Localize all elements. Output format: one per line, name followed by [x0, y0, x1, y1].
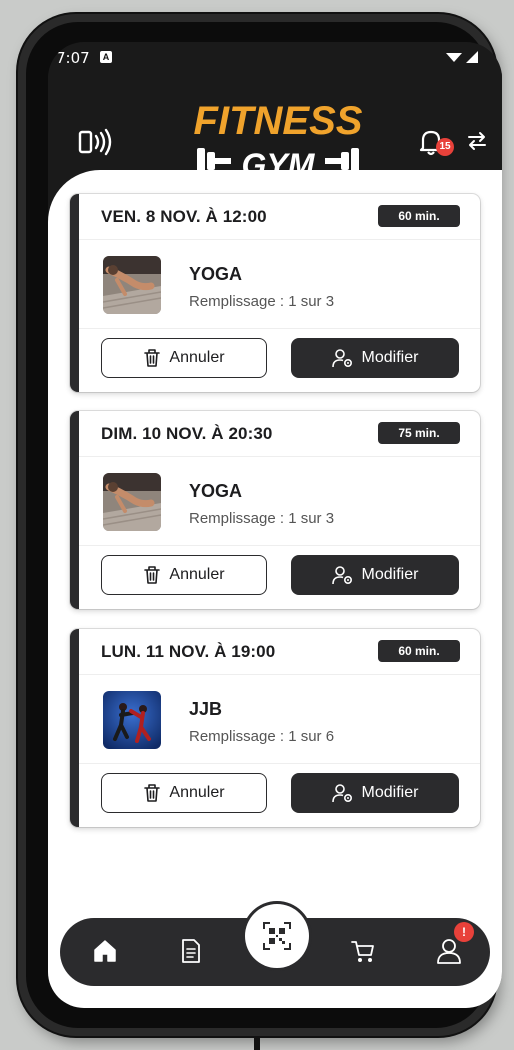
card-divider — [79, 328, 480, 329]
jjb-thumbnail — [103, 691, 161, 749]
activity-name: YOGA — [189, 264, 243, 284]
cancel-button[interactable]: Annuler — [101, 555, 267, 595]
duration-badge: 75 min. — [378, 422, 460, 444]
booking-date: LUN. 11 NOV. À 19:00 — [101, 642, 276, 661]
trash-icon — [144, 784, 161, 802]
cart-icon — [351, 941, 374, 962]
qr-code-button[interactable] — [245, 904, 309, 968]
modify-button[interactable]: Modifier — [291, 338, 459, 378]
user-settings-icon — [331, 566, 352, 585]
home-indicator[interactable] — [210, 990, 340, 994]
bookings-list: VEN. 8 NOV. À 12:00 60 min. YOGA Remplis… — [48, 170, 502, 1008]
nfc-icon[interactable] — [78, 128, 114, 161]
card-divider — [79, 763, 480, 764]
signal-battery-icon — [444, 50, 482, 68]
status-notification-icon: A — [100, 51, 112, 63]
modify-label: Modifier — [361, 349, 419, 366]
modify-label: Modifier — [361, 784, 419, 801]
booking-card: VEN. 8 NOV. À 12:00 60 min. YOGA Remplis… — [70, 194, 480, 392]
cancel-label: Annuler — [169, 566, 225, 583]
booking-card: LUN. 11 NOV. À 19:00 60 min. JJB Remplis… — [70, 629, 480, 827]
trash-icon — [144, 349, 161, 367]
card-divider — [79, 545, 480, 546]
notification-count-badge: 15 — [436, 138, 454, 156]
profile-alert-badge: ! — [454, 922, 474, 942]
screen: 7:07 A FITNESS GYM 15 VEN. 8 NOV. À 12:0… — [48, 42, 502, 1008]
home-icon — [94, 940, 116, 962]
trash-icon — [144, 566, 161, 584]
booking-date: DIM. 10 NOV. À 20:30 — [101, 424, 273, 443]
yoga-thumbnail — [103, 473, 161, 531]
swap-icon[interactable] — [466, 130, 488, 157]
filling-status: Remplissage : 1 sur 3 — [189, 510, 335, 527]
filling-status: Remplissage : 1 sur 3 — [189, 293, 335, 310]
cancel-button[interactable]: Annuler — [101, 338, 267, 378]
user-settings-icon — [331, 349, 352, 368]
profile-icon — [437, 939, 461, 964]
yoga-thumbnail — [103, 256, 161, 314]
nav-home[interactable] — [90, 936, 120, 966]
card-header: VEN. 8 NOV. À 12:00 60 min. — [79, 194, 480, 240]
filling-status: Remplissage : 1 sur 6 — [189, 728, 335, 745]
activity-name: YOGA — [189, 481, 243, 501]
modify-label: Modifier — [361, 566, 419, 583]
cancel-label: Annuler — [169, 349, 225, 366]
phone-cable — [254, 1036, 260, 1050]
cancel-label: Annuler — [169, 784, 225, 801]
nav-documents[interactable] — [176, 936, 206, 966]
cancel-button[interactable]: Annuler — [101, 773, 267, 813]
logo-top-text: FITNESS — [194, 99, 363, 143]
qr-code-icon — [263, 922, 291, 950]
activity-name: JJB — [189, 699, 223, 719]
modify-button[interactable]: Modifier — [291, 555, 459, 595]
status-bar: 7:07 A — [48, 42, 502, 74]
duration-badge: 60 min. — [378, 205, 460, 227]
booking-card: DIM. 10 NOV. À 20:30 75 min. YOGA Rempli… — [70, 411, 480, 609]
duration-badge: 60 min. — [378, 640, 460, 662]
nav-cart[interactable] — [348, 936, 378, 966]
user-settings-icon — [331, 784, 352, 803]
status-time: 7:07 — [56, 49, 90, 67]
card-header: DIM. 10 NOV. À 20:30 75 min. — [79, 411, 480, 457]
document-icon — [182, 939, 200, 963]
phone-frame: 7:07 A FITNESS GYM 15 VEN. 8 NOV. À 12:0… — [18, 14, 502, 1036]
modify-button[interactable]: Modifier — [291, 773, 459, 813]
booking-date: VEN. 8 NOV. À 12:00 — [101, 207, 267, 226]
card-header: LUN. 11 NOV. À 19:00 60 min. — [79, 629, 480, 675]
